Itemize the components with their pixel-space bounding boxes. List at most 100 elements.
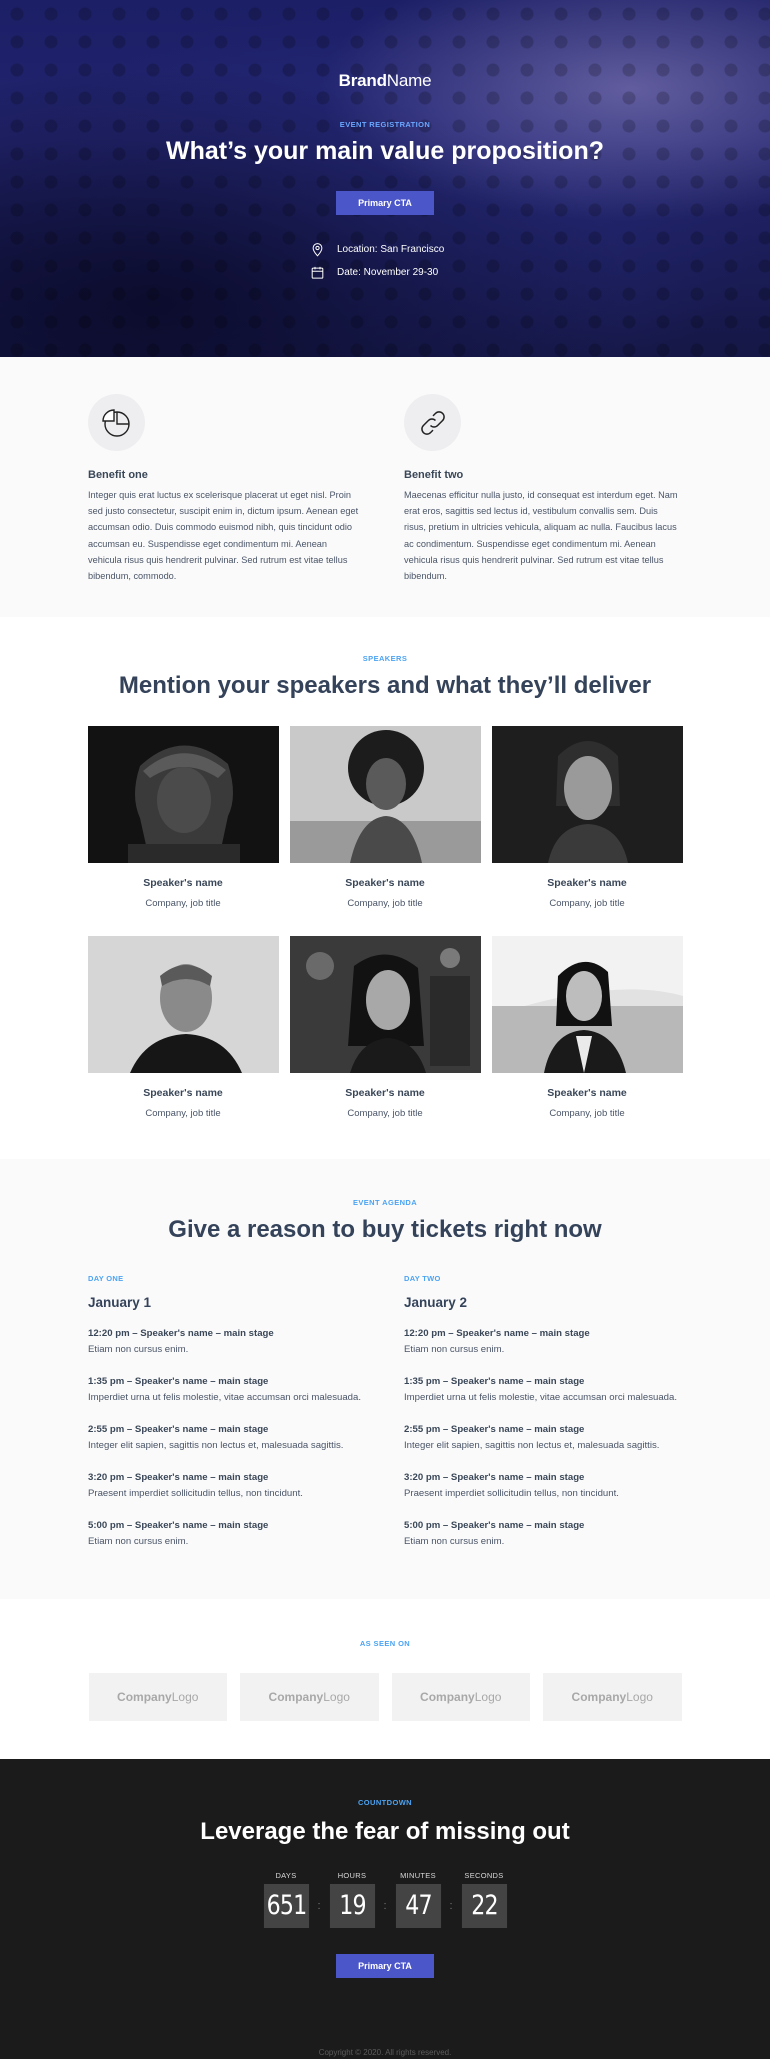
agenda-time: 12:20 pm – Speaker's name – main stage [404, 1328, 590, 1339]
agenda-title: Give a reason to buy tickets right now [168, 1216, 602, 1243]
day-label: DAY TWO [404, 1274, 441, 1283]
logo-bold: Company [420, 1690, 475, 1704]
countdown-primary-cta-button[interactable]: Primary CTA [336, 1954, 434, 1978]
timer-separator: : [383, 1900, 387, 1912]
logo-bold: Company [571, 1690, 627, 1704]
timer-seconds: SECONDS 22 [457, 1871, 512, 1928]
speaker-name: Speaker's name [345, 877, 425, 889]
location-text: Location: San Francisco [337, 244, 445, 255]
agenda-time: 5:00 pm – Speaker's name – main stage [404, 1520, 585, 1531]
speaker-name: Speaker's name [547, 1087, 627, 1099]
speaker-card: Speaker's name Company, job title [87, 936, 279, 1119]
agenda-item: 2:55 pm – Speaker's name – main stage Int… [88, 1422, 363, 1454]
calendar-icon [311, 266, 324, 279]
timer-days: DAYS 651 [259, 1871, 314, 1928]
speaker-role: Company, job title [549, 898, 625, 909]
agenda-desc: Imperdiet urna ut felis molestie, vitae … [88, 1392, 362, 1403]
agenda-time: 3:20 pm – Speaker's name – main stage [404, 1472, 585, 1483]
agenda-desc: Etiam non cursus enim. [88, 1536, 189, 1547]
agenda-time: 3:20 pm – Speaker's name – main stage [88, 1472, 269, 1483]
benefit-card: Benefit two Maecenas efficitur nulla jus… [404, 394, 679, 617]
timer-separator: : [449, 1900, 453, 1912]
agenda-desc: Integer elit sapien, sagittis non lectus… [88, 1440, 344, 1451]
agenda-item: 12:20 pm – Speaker's name – main stage Et… [88, 1326, 363, 1358]
agenda-item: 3:20 pm – Speaker's name – main stage Pra… [404, 1470, 679, 1502]
speaker-card: Speaker's name Company, job title [289, 726, 481, 909]
agenda-columns: DAY ONE January 1 12:20 pm – Speaker's n… [88, 1274, 682, 1550]
pie-chart-icon [101, 408, 130, 437]
seen-on-eyebrow: AS SEEN ON [359, 1639, 411, 1648]
logo-light: Logo [323, 1690, 350, 1704]
company-logo: Company Logo [391, 1673, 530, 1721]
agenda-time: 1:35 pm – Speaker's name – main stage [88, 1376, 269, 1387]
speaker-card: Speaker's name Company, job title [491, 936, 683, 1119]
agenda-desc: Praesent imperdiet sollicitudin tellus, … [88, 1488, 303, 1499]
speaker-role: Company, job title [347, 1108, 423, 1119]
agenda-time: 1:35 pm – Speaker's name – main stage [404, 1376, 585, 1387]
speaker-card: Speaker's name Company, job title [491, 726, 683, 909]
agenda-time: 12:20 pm – Speaker's name – main stage [88, 1328, 274, 1339]
speaker-grid: Speaker's name Company, job title Speake… [87, 726, 683, 1119]
agenda-day: DAY TWO January 2 12:20 pm – Speaker's n… [404, 1274, 679, 1550]
logo-bold: Company [117, 1690, 172, 1704]
agenda-item: 1:35 pm – Speaker's name – main stage Imp… [88, 1374, 363, 1406]
benefits-section: Benefit one Integer quis erat luctus ex … [0, 357, 770, 617]
agenda-item: 5:00 pm – Speaker's name – main stage Eti… [88, 1518, 363, 1550]
speaker-photo [491, 936, 683, 1073]
logo-bold: Company [268, 1690, 324, 1704]
benefit-text: Maecenas efficitur nulla justo, id conse… [404, 490, 678, 582]
agenda-time: 5:00 pm – Speaker's name – main stage [88, 1520, 269, 1531]
speaker-photo [87, 936, 279, 1073]
speaker-photo [289, 936, 481, 1073]
speaker-role: Company, job title [145, 898, 221, 909]
hero-primary-cta-button[interactable]: Primary CTA [336, 191, 434, 215]
timer-value: 19 [329, 1884, 375, 1928]
countdown-timer: DAYS 651 : HOURS 19 : MINUTES 47 : SECON… [0, 1871, 770, 1928]
benefit-icon-wrap [404, 394, 461, 451]
timer-label: DAYS [275, 1871, 297, 1880]
company-logo: Company Logo [543, 1673, 682, 1721]
speaker-card: Speaker's name Company, job title [289, 936, 481, 1119]
timer-label: MINUTES [400, 1871, 436, 1880]
speaker-card: Speaker's name Company, job title [87, 726, 279, 909]
agenda-time: 2:55 pm – Speaker's name – main stage [404, 1424, 585, 1435]
timer-label: SECONDS [464, 1871, 504, 1880]
speaker-name: Speaker's name [345, 1087, 425, 1099]
logo-light: Logo [626, 1690, 653, 1704]
agenda-day: DAY ONE January 1 12:20 pm – Speaker's n… [88, 1274, 363, 1550]
brand-logo[interactable]: BrandName [0, 71, 770, 91]
map-pin-icon [312, 243, 323, 257]
agenda-item: 12:20 pm – Speaker's name – main stage Et… [404, 1326, 679, 1358]
speakers-title: Mention your speakers and what they’ll d… [118, 672, 652, 699]
company-logo: Company Logo [240, 1673, 379, 1721]
speaker-photo [491, 726, 683, 863]
countdown-eyebrow: COUNTDOWN [357, 1798, 412, 1807]
copyright-text: Copyright © 2020. All rights reserved. [318, 2048, 452, 2057]
company-logos: Company Logo Company Logo Company Logo Comp… [88, 1673, 682, 1721]
speaker-role: Company, job title [549, 1108, 625, 1119]
logo-light: Logo [474, 1690, 502, 1704]
timer-hours: HOURS 19 [325, 1871, 380, 1928]
day-date: January 1 [88, 1295, 152, 1310]
company-logo: Company Logo [88, 1673, 227, 1721]
date-row: Date: November 29-30 [310, 261, 460, 284]
location-row: Location: San Francisco [310, 238, 460, 261]
timer-value: 651 [263, 1884, 309, 1928]
agenda-item: 1:35 pm – Speaker's name – main stage Imp… [404, 1374, 679, 1406]
hero-section: BrandName EVENT REGISTRATION What’s your… [0, 0, 770, 357]
event-info: Location: San Francisco Date: November 2… [310, 238, 460, 284]
agenda-section: EVENT AGENDA Give a reason to buy ticket… [0, 1159, 770, 1599]
speaker-photo [87, 726, 279, 863]
timer-label: HOURS [337, 1871, 367, 1880]
speakers-eyebrow: SPEAKERS [362, 654, 408, 663]
benefit-title: Benefit one [88, 469, 148, 481]
day-date: January 2 [404, 1295, 468, 1310]
countdown-section: COUNTDOWN Leverage the fear of missing o… [0, 1759, 770, 2059]
link-icon [420, 410, 445, 435]
hero-eyebrow: EVENT REGISTRATION [339, 120, 431, 129]
agenda-item: 3:20 pm – Speaker's name – main stage Pra… [88, 1470, 363, 1502]
timer-value: 22 [461, 1884, 507, 1928]
agenda-item: 2:55 pm – Speaker's name – main stage Int… [404, 1422, 679, 1454]
date-text: Date: November 29-30 [337, 267, 439, 278]
timer-separator: : [317, 1900, 321, 1912]
